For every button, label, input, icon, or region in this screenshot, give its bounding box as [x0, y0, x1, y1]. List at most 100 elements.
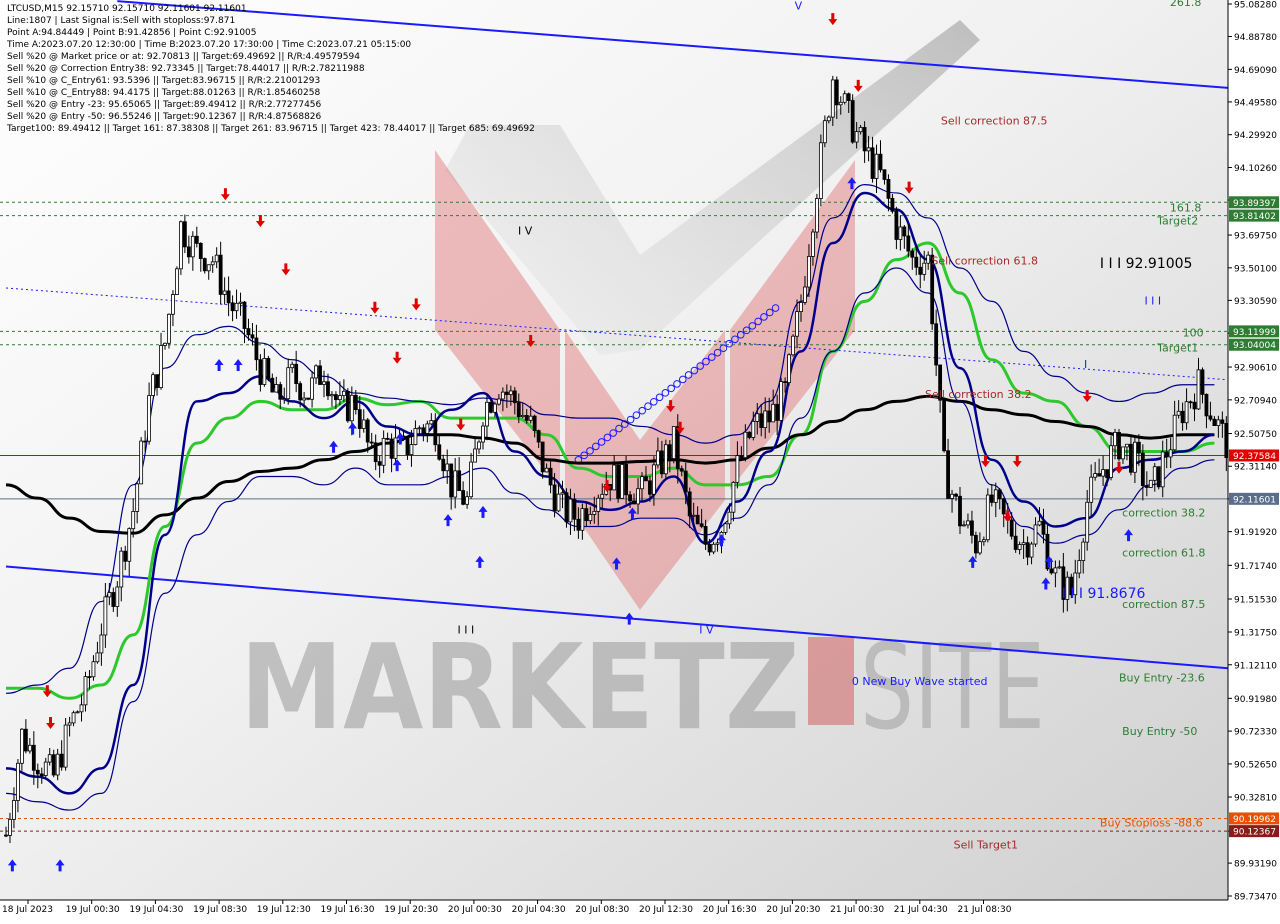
candle-up — [68, 723, 71, 725]
candle-down — [549, 468, 552, 485]
candle-down — [700, 524, 703, 527]
candle-up — [827, 117, 830, 121]
candle-down — [505, 392, 508, 394]
candle-down — [374, 443, 377, 462]
candle-down — [36, 770, 39, 774]
candle-up — [136, 484, 139, 512]
candle-down — [974, 535, 977, 553]
level-label: 90.19962 — [1233, 815, 1276, 825]
candle-down — [644, 477, 647, 481]
candle-up — [96, 653, 99, 662]
time-tick-label: 19 Jul 00:30 — [66, 905, 120, 915]
time-tick-label: 19 Jul 16:30 — [321, 905, 375, 915]
chart-annotation: V — [795, 0, 803, 12]
candle-down — [24, 729, 27, 751]
candle-down — [450, 464, 453, 497]
candle-up — [581, 509, 584, 531]
candle-down — [156, 375, 159, 388]
candle-up — [362, 420, 365, 429]
candle-up — [982, 540, 985, 542]
candle-down — [577, 519, 580, 530]
candle-up — [1086, 502, 1089, 542]
candle-up — [807, 256, 810, 287]
candle-up — [1038, 521, 1041, 525]
candle-down — [533, 416, 536, 430]
candle-down — [1106, 470, 1109, 478]
chart-annotation: Sell correction 87.5 — [941, 115, 1048, 128]
candle-down — [195, 236, 198, 243]
candle-down — [406, 437, 409, 454]
time-tick-label: 18 Jul 2023 — [2, 905, 53, 915]
candle-up — [561, 493, 564, 494]
candle-up — [283, 399, 286, 400]
candle-down — [378, 462, 381, 466]
info-line: Line:1807 | Last Signal is:Sell with sto… — [7, 16, 235, 26]
candle-down — [267, 358, 270, 378]
candle-down — [617, 465, 620, 498]
candle-up — [84, 677, 87, 705]
candle-down — [847, 94, 850, 101]
candle-up — [179, 222, 182, 269]
candle-up — [859, 127, 862, 131]
candle-up — [191, 236, 194, 257]
price-tick-label: 93.30590 — [1234, 297, 1277, 307]
candle-up — [994, 490, 997, 503]
info-line: Time A:2023.07.20 12:30:00 | Time B:2023… — [6, 40, 411, 50]
candle-up — [692, 515, 695, 516]
candle-down — [231, 303, 234, 311]
candle-up — [803, 287, 806, 302]
candle-down — [648, 481, 651, 494]
candle-up — [466, 497, 469, 505]
candle-down — [386, 438, 389, 439]
candle-up — [140, 441, 143, 484]
candle-up — [215, 255, 218, 262]
chart-annotation: Buy Stoploss -88.6 — [1100, 817, 1203, 830]
candle-down — [740, 456, 743, 458]
chart-annotation: I I I — [458, 623, 475, 636]
candle-down — [295, 364, 298, 383]
candle-up — [116, 587, 119, 607]
candle-up — [175, 269, 178, 295]
candle-up — [966, 521, 969, 525]
candle-up — [875, 154, 878, 178]
candle-up — [430, 421, 433, 424]
info-line: Sell %10 @ C_Entry88: 94.4175 || Target:… — [7, 88, 320, 98]
candle-up — [1133, 442, 1136, 472]
candle-up — [788, 355, 791, 383]
time-tick-label: 21 Jul 00:30 — [830, 905, 884, 915]
chart-annotation: I I I 91.8676 — [1062, 586, 1146, 602]
info-line: Sell %20 @ Entry -50: 96.55246 || Target… — [7, 112, 322, 122]
candle-up — [28, 745, 31, 751]
candle-up — [736, 456, 739, 483]
candle-up — [470, 462, 473, 497]
time-tick-label: 19 Jul 20:30 — [384, 905, 438, 915]
candle-up — [171, 295, 174, 315]
info-line: LTCUSD,M15 92.15710 92.15710 92.11601 92… — [7, 4, 247, 14]
candle-up — [315, 366, 318, 378]
candle-up — [1185, 402, 1188, 423]
candle-up — [867, 148, 870, 151]
candle-down — [768, 411, 771, 422]
time-tick-label: 20 Jul 08:30 — [575, 905, 629, 915]
candle-up — [16, 763, 19, 800]
price-tick-label: 94.49580 — [1234, 98, 1277, 108]
candle-up — [418, 428, 421, 429]
chart-annotation: 0 New Buy Wave started — [852, 675, 988, 688]
candle-down — [919, 267, 922, 274]
candle-up — [986, 495, 989, 540]
candle-down — [346, 391, 349, 420]
candle-up — [1125, 444, 1128, 447]
candle-up — [485, 402, 488, 426]
candle-up — [589, 514, 592, 520]
candle-up — [474, 449, 477, 462]
candle-up — [597, 498, 600, 511]
candle-up — [923, 263, 926, 274]
candle-down — [52, 755, 55, 775]
chart-annotation: I I I — [1144, 295, 1161, 308]
candle-down — [438, 445, 441, 459]
candle-down — [60, 754, 63, 767]
candle-down — [704, 526, 707, 544]
candle-down — [955, 494, 958, 496]
candle-up — [207, 265, 210, 271]
candle-down — [203, 259, 206, 271]
